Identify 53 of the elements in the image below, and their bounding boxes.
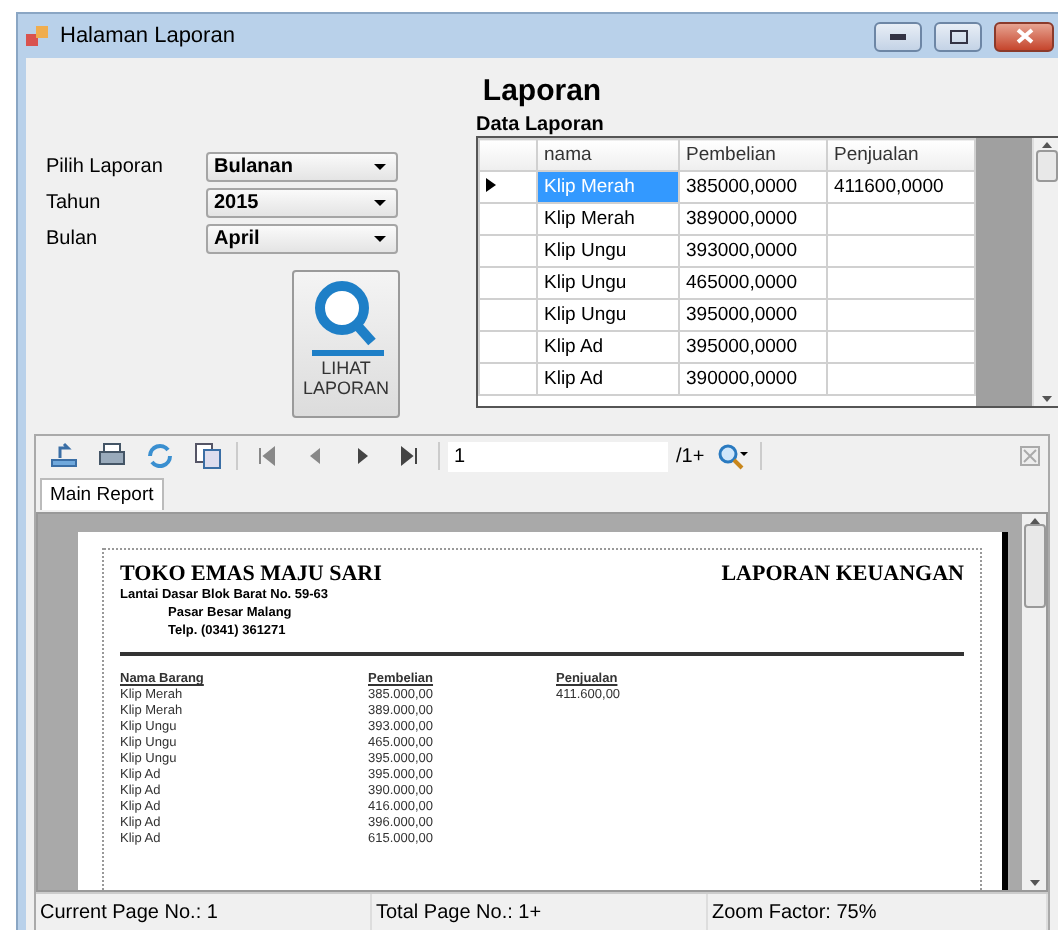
minimize-icon (890, 33, 906, 39)
maximize-button[interactable] (934, 21, 982, 51)
dropdown[interactable]: 2015 (206, 187, 398, 217)
scroll-thumb[interactable] (1035, 150, 1057, 182)
page-heading: Laporan (480, 74, 604, 108)
dropdown[interactable]: Bulanan (206, 151, 398, 181)
scroll-thumb[interactable] (1023, 524, 1045, 608)
table-cell: 465000,0000 (679, 267, 827, 299)
scrollbar[interactable] (1032, 138, 1058, 406)
scrollbar[interactable] (1022, 514, 1046, 890)
table-cell: Klip Ungu (537, 267, 679, 299)
report-title: LAPORAN KEUANGAN (721, 562, 964, 590)
page-number-field[interactable]: 1 (448, 441, 668, 471)
table-cell: 395000,0000 (679, 331, 827, 363)
dropdown[interactable]: April (206, 223, 398, 253)
table-cell: Klip Merah (537, 171, 679, 203)
table-cell: Klip Ungu (537, 235, 679, 267)
table-cell: 385000,0000 (679, 171, 827, 203)
report-tab[interactable]: Main Report (40, 478, 164, 510)
close-icon (1015, 28, 1033, 44)
minimize-button[interactable] (874, 21, 922, 51)
table-cell: Klip Ad (537, 363, 679, 395)
table-cell: 393000,0000 (679, 235, 827, 267)
column-header[interactable]: nama (537, 139, 679, 171)
table-cell: 411600,0000 (827, 171, 975, 203)
scroll-down-icon[interactable] (1041, 396, 1051, 402)
grid-title: Data Laporan (476, 114, 606, 136)
column-header[interactable]: Pembelian (679, 139, 827, 171)
scroll-down-icon[interactable] (1029, 880, 1039, 886)
maximize-icon (949, 29, 967, 43)
table-cell: Klip Merah (537, 203, 679, 235)
table-cell: 389000,0000 (679, 203, 827, 235)
status-text: Zoom Factor: 75% (712, 901, 877, 923)
field-label: Tahun (46, 191, 103, 213)
dropdown-arrow-icon (374, 235, 386, 241)
app-icon (26, 24, 50, 48)
status-text: Current Page No.: 1 (40, 901, 218, 923)
window-title: Halaman Laporan (60, 24, 235, 48)
status-text: Total Page No.: 1+ (376, 901, 542, 923)
table-cell: Klip Ungu (537, 299, 679, 331)
field-label: Bulan (46, 227, 100, 249)
close-button[interactable] (994, 21, 1054, 51)
magnifier-icon (306, 278, 386, 358)
field-label: Pilih Laporan (46, 155, 165, 177)
page-total: /1+ (676, 445, 705, 467)
view-report-button[interactable]: LIHAT LAPORAN (292, 270, 400, 418)
dropdown-arrow-icon (374, 163, 386, 169)
table-cell: 390000,0000 (679, 363, 827, 395)
dropdown-arrow-icon (374, 199, 386, 205)
column-header[interactable]: Penjualan (827, 139, 975, 171)
store-name: TOKO EMAS MAJU SARI (120, 562, 382, 586)
table-cell: Klip Ad (537, 331, 679, 363)
table-cell: 395000,0000 (679, 299, 827, 331)
